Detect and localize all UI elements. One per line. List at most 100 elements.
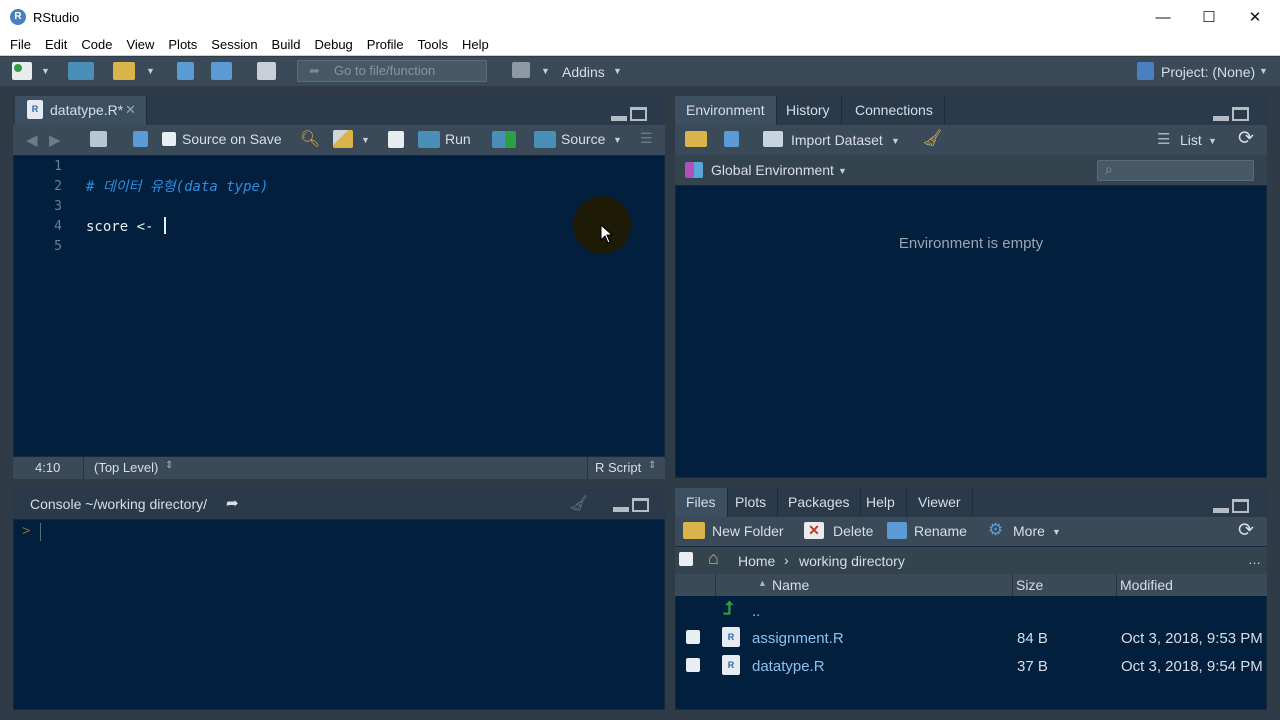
code-line: 1 xyxy=(54,159,62,174)
file-name-link[interactable]: assignment.R xyxy=(752,630,844,647)
chevron-down-icon[interactable]: ▼ xyxy=(613,66,622,76)
breadcrumb-working-directory[interactable]: working directory xyxy=(799,553,905,569)
filetype-selector[interactable]: R Script xyxy=(595,460,641,475)
save-icon[interactable] xyxy=(177,62,194,80)
search-icon[interactable]: 🔍︎ xyxy=(300,129,320,149)
compile-report-icon[interactable] xyxy=(388,131,404,148)
chevron-down-icon[interactable]: ▼ xyxy=(146,66,155,76)
back-arrow-icon[interactable]: ◀ xyxy=(26,131,38,149)
console-output[interactable]: > xyxy=(13,519,665,710)
source-icon[interactable] xyxy=(534,131,556,148)
file-checkbox[interactable] xyxy=(686,630,700,644)
parent-directory-row[interactable]: ⮥ .. xyxy=(675,597,1267,625)
source-button[interactable]: Source xyxy=(561,131,605,147)
table-row[interactable]: R datatype.R 37 B Oct 3, 2018, 9:54 PM xyxy=(675,653,1267,681)
column-name[interactable]: Name xyxy=(772,577,809,593)
tab-viewer[interactable]: Viewer xyxy=(907,488,973,517)
tab-packages[interactable]: Packages xyxy=(777,488,862,517)
chevron-down-icon[interactable]: ▼ xyxy=(361,135,370,145)
chevron-down-icon[interactable]: ▼ xyxy=(838,166,847,176)
menu-build[interactable]: Build xyxy=(265,37,308,52)
menu-code[interactable]: Code xyxy=(74,37,119,52)
file-size: 37 B xyxy=(1017,658,1048,675)
files-minmax-controls[interactable] xyxy=(1213,499,1249,513)
refresh-icon[interactable]: ⟳ xyxy=(1238,519,1254,542)
more-button[interactable]: More xyxy=(1013,523,1045,539)
code-editor[interactable]: 1 2 # 데이터 유형(data type) 3 4 score <- 5 xyxy=(13,155,665,457)
save-workspace-icon[interactable] xyxy=(724,131,739,147)
home-icon[interactable]: ⌂ xyxy=(708,548,719,569)
tab-environment[interactable]: Environment xyxy=(675,96,777,125)
forward-arrow-icon[interactable]: ▶ xyxy=(49,131,61,149)
rename-button[interactable]: Rename xyxy=(914,523,967,539)
addins-menu[interactable]: Addins xyxy=(562,64,605,80)
open-file-icon[interactable] xyxy=(113,62,135,80)
go-to-file-input[interactable]: Go to file/function xyxy=(297,60,487,82)
parent-directory-link[interactable]: .. xyxy=(752,603,760,620)
source-on-save-checkbox[interactable] xyxy=(162,132,176,146)
global-environment-selector[interactable]: Global Environment xyxy=(711,162,834,178)
tab-files[interactable]: Files xyxy=(675,488,728,517)
rerun-icon[interactable] xyxy=(492,131,516,148)
chevron-down-icon[interactable]: ▼ xyxy=(613,135,622,145)
tab-plots[interactable]: Plots xyxy=(724,488,779,517)
menu-help[interactable]: Help xyxy=(455,37,496,52)
menu-profile[interactable]: Profile xyxy=(360,37,411,52)
scope-selector[interactable]: (Top Level) xyxy=(94,460,158,475)
file-name-link[interactable]: datatype.R xyxy=(752,658,825,675)
file-checkbox[interactable] xyxy=(686,658,700,672)
import-dataset-button[interactable]: Import Dataset xyxy=(791,132,883,148)
magic-wand-icon[interactable] xyxy=(333,130,353,148)
print-icon[interactable] xyxy=(257,62,276,80)
column-modified[interactable]: Modified xyxy=(1120,577,1173,593)
console-caret xyxy=(40,523,41,541)
save-all-icon[interactable] xyxy=(211,62,232,80)
minimize-button[interactable]: — xyxy=(1140,0,1186,34)
new-folder-button[interactable]: New Folder xyxy=(712,523,784,539)
refresh-icon[interactable]: ⟳ xyxy=(1238,127,1254,150)
breadcrumb-home[interactable]: Home xyxy=(738,553,775,569)
more-path-icon[interactable]: … xyxy=(1248,552,1261,567)
go-to-directory-icon[interactable]: ➦ xyxy=(226,494,239,512)
console-minmax-controls[interactable] xyxy=(613,498,649,512)
env-minmax-controls[interactable] xyxy=(1213,107,1249,121)
editor-minmax-controls[interactable] xyxy=(611,107,647,121)
menu-view[interactable]: View xyxy=(119,37,161,52)
clear-console-icon[interactable]: 🧹︎ xyxy=(569,494,588,512)
chevron-down-icon[interactable]: ▼ xyxy=(1052,527,1061,537)
select-all-checkbox[interactable] xyxy=(679,552,693,566)
tab-help[interactable]: Help xyxy=(855,488,907,517)
menu-session[interactable]: Session xyxy=(204,37,264,52)
show-in-window-icon[interactable] xyxy=(90,131,107,147)
list-view-selector[interactable]: List xyxy=(1180,132,1202,148)
tab-history[interactable]: History xyxy=(775,96,842,125)
menu-edit[interactable]: Edit xyxy=(38,37,74,52)
broom-icon[interactable]: 🧹︎ xyxy=(922,128,942,148)
delete-button[interactable]: Delete xyxy=(833,523,873,539)
tab-connections[interactable]: Connections xyxy=(844,96,945,125)
grid-layout-icon[interactable] xyxy=(512,62,530,78)
column-size[interactable]: Size xyxy=(1016,577,1043,593)
env-search-input[interactable] xyxy=(1097,160,1254,181)
outline-icon[interactable]: ☰ xyxy=(640,130,653,147)
menu-tools[interactable]: Tools xyxy=(411,37,455,52)
close-window-button[interactable]: ✕ xyxy=(1232,0,1278,34)
chevron-down-icon[interactable]: ▼ xyxy=(541,66,550,76)
maximize-button[interactable]: ☐ xyxy=(1186,0,1232,34)
chevron-down-icon[interactable]: ▼ xyxy=(1208,136,1217,146)
r-file-icon: R xyxy=(722,655,740,675)
run-button[interactable]: Run xyxy=(445,131,471,147)
table-row[interactable]: R assignment.R 84 B Oct 3, 2018, 9:53 PM xyxy=(675,625,1267,653)
chevron-down-icon[interactable]: ▼ xyxy=(1259,66,1268,76)
run-icon[interactable] xyxy=(418,131,440,148)
menu-debug[interactable]: Debug xyxy=(307,37,359,52)
new-project-icon[interactable] xyxy=(68,62,94,80)
save-icon[interactable] xyxy=(133,131,148,147)
chevron-down-icon[interactable]: ▼ xyxy=(891,136,900,146)
menu-plots[interactable]: Plots xyxy=(161,37,204,52)
open-workspace-icon[interactable] xyxy=(685,131,707,147)
close-tab-icon[interactable]: ✕ xyxy=(125,102,136,118)
menu-file[interactable]: File xyxy=(3,37,38,52)
project-menu[interactable]: Project: (None) xyxy=(1161,64,1255,80)
chevron-down-icon[interactable]: ▼ xyxy=(41,66,50,76)
